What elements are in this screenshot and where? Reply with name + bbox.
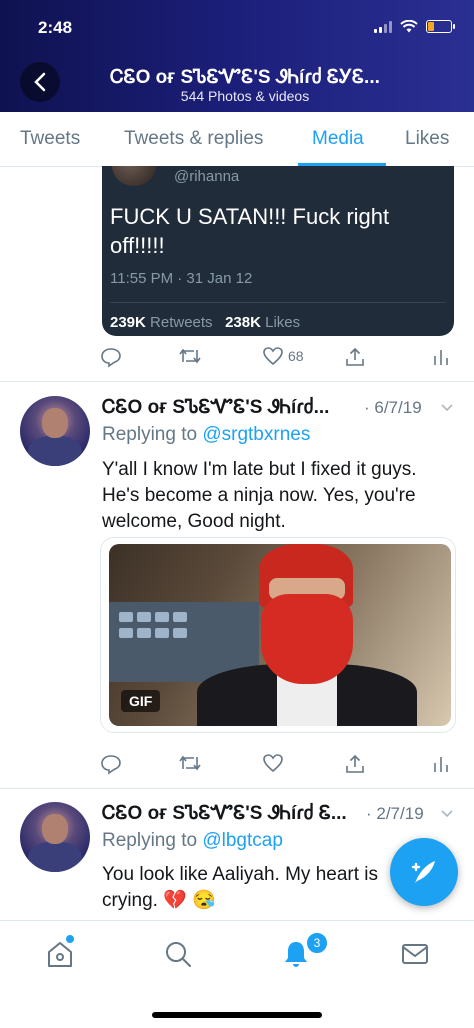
reply-handle-link[interactable]: @lbgtcap: [202, 830, 283, 851]
home-icon[interactable]: [46, 939, 74, 969]
gif-image[interactable]: GIF: [109, 544, 451, 726]
tweet-author-name[interactable]: ᏟᏋO ᴏғ SᏖᏋᏉᏋ'S ᏭᏂíɾძ Ꮛ...: [102, 802, 364, 825]
tab-tweets[interactable]: Tweets: [20, 112, 80, 166]
home-indicator: [152, 1012, 322, 1018]
reply-icon: [101, 755, 121, 775]
reply-button[interactable]: [100, 753, 122, 775]
gif-badge: GIF: [121, 690, 161, 712]
tweet-divider: [0, 381, 474, 382]
quoted-tweet-card[interactable]: @rihanna FUCK U SATAN!!! Fuck right off!…: [102, 166, 454, 336]
analytics-icon: [434, 757, 448, 772]
status-icons: [374, 20, 455, 33]
tweet-media[interactable]: GIF: [100, 537, 456, 733]
tweet-author-name[interactable]: ᏟᏋO ᴏғ SᏖᏋᏉᏋ'S ᏭᏂíɾძ...: [102, 396, 352, 419]
tweet-text: You look like Aaliyah. My heart is cryin…: [102, 864, 379, 911]
avatar[interactable]: [20, 396, 90, 466]
retweet-button[interactable]: [178, 753, 202, 773]
tweet-date: · 6/7/19: [364, 398, 422, 417]
wifi-icon: [400, 20, 418, 33]
replying-to-label: Replying to: [102, 830, 198, 851]
signal-icon: [374, 20, 392, 33]
quoted-text: FUCK U SATAN!!! Fuck right off!!!!!: [110, 204, 390, 258]
red-mask: [261, 594, 353, 684]
mail-icon[interactable]: [400, 939, 430, 969]
profile-tabs: Tweets Tweets & replies Media Likes: [0, 112, 474, 167]
replying-to-label: Replying to: [102, 424, 198, 445]
quoted-handle: @rihanna: [174, 168, 240, 185]
tweet-actions: 68: [100, 346, 460, 370]
retweet-icon: [179, 755, 201, 771]
tab-likes[interactable]: Likes: [405, 112, 449, 166]
share-icon: [346, 754, 364, 773]
compose-tweet-button[interactable]: [390, 838, 458, 906]
notifications-badge: 3: [305, 931, 329, 955]
chevron-down-icon[interactable]: [440, 400, 454, 414]
tweet-actions: [100, 753, 460, 777]
quoted-avatar: [112, 166, 156, 186]
reply-icon: [101, 348, 121, 368]
replying-to: Replying to @lbgtcap: [102, 830, 283, 852]
retweets-label: Retweets: [150, 314, 213, 331]
analytics-button[interactable]: [433, 346, 449, 366]
profile-name: ᏟᏋO ᴏғ SᏖᏋᏉᏋ'S ᏭᏂíɾძ ᏋᎩᏋ...: [110, 67, 380, 88]
retweet-button[interactable]: [178, 346, 202, 366]
tab-tweets-replies[interactable]: Tweets & replies: [124, 112, 263, 166]
avatar[interactable]: [20, 802, 90, 872]
back-button[interactable]: [20, 62, 60, 102]
tweet-date: · 2/7/19: [366, 804, 424, 823]
tweet-divider: [0, 788, 474, 789]
like-button[interactable]: [262, 753, 284, 773]
analytics-button[interactable]: [433, 753, 449, 773]
divider: [110, 302, 446, 303]
battery-icon: [426, 20, 455, 33]
heart-icon: [263, 347, 283, 366]
like-count: 238K: [225, 314, 261, 331]
compose-feather-icon: [411, 861, 435, 883]
share-button[interactable]: [344, 346, 366, 368]
retweet-count: 239K: [110, 314, 146, 331]
heart-icon: [263, 754, 283, 773]
likes-label: Likes: [265, 314, 301, 331]
home-notification-dot: [66, 935, 74, 943]
share-icon: [346, 347, 364, 366]
reply-button[interactable]: [100, 346, 122, 368]
media-count: 544 Photos & videos: [180, 88, 310, 104]
profile-header: 2:48 ᏟᏋO ᴏғ SᏖᏋᏉᏋ'S ᏭᏂíɾძ ᏋᎩᏋ... 544 Pho…: [0, 0, 474, 112]
quoted-stats: 239K Retweets 238K Likes: [110, 314, 300, 331]
status-time: 2:48: [38, 18, 73, 37]
like-button[interactable]: 68: [262, 346, 304, 366]
like-count-label: 68: [288, 348, 304, 364]
share-button[interactable]: [344, 753, 366, 775]
quoted-timestamp: 11:55 PM · 31 Jan 12: [110, 270, 253, 287]
reply-handle-link[interactable]: @srgtbxrnes: [202, 424, 310, 445]
tweet-text: Y'all I know I'm late but I fixed it guy…: [102, 459, 417, 532]
tab-media[interactable]: Media: [312, 112, 364, 166]
replying-to: Replying to @srgtbxrnes: [102, 424, 310, 446]
chevron-down-icon[interactable]: [440, 806, 454, 820]
retweet-icon: [179, 348, 201, 364]
chevron-left-icon: [34, 72, 46, 92]
search-icon[interactable]: [164, 939, 192, 969]
analytics-icon: [434, 350, 448, 365]
